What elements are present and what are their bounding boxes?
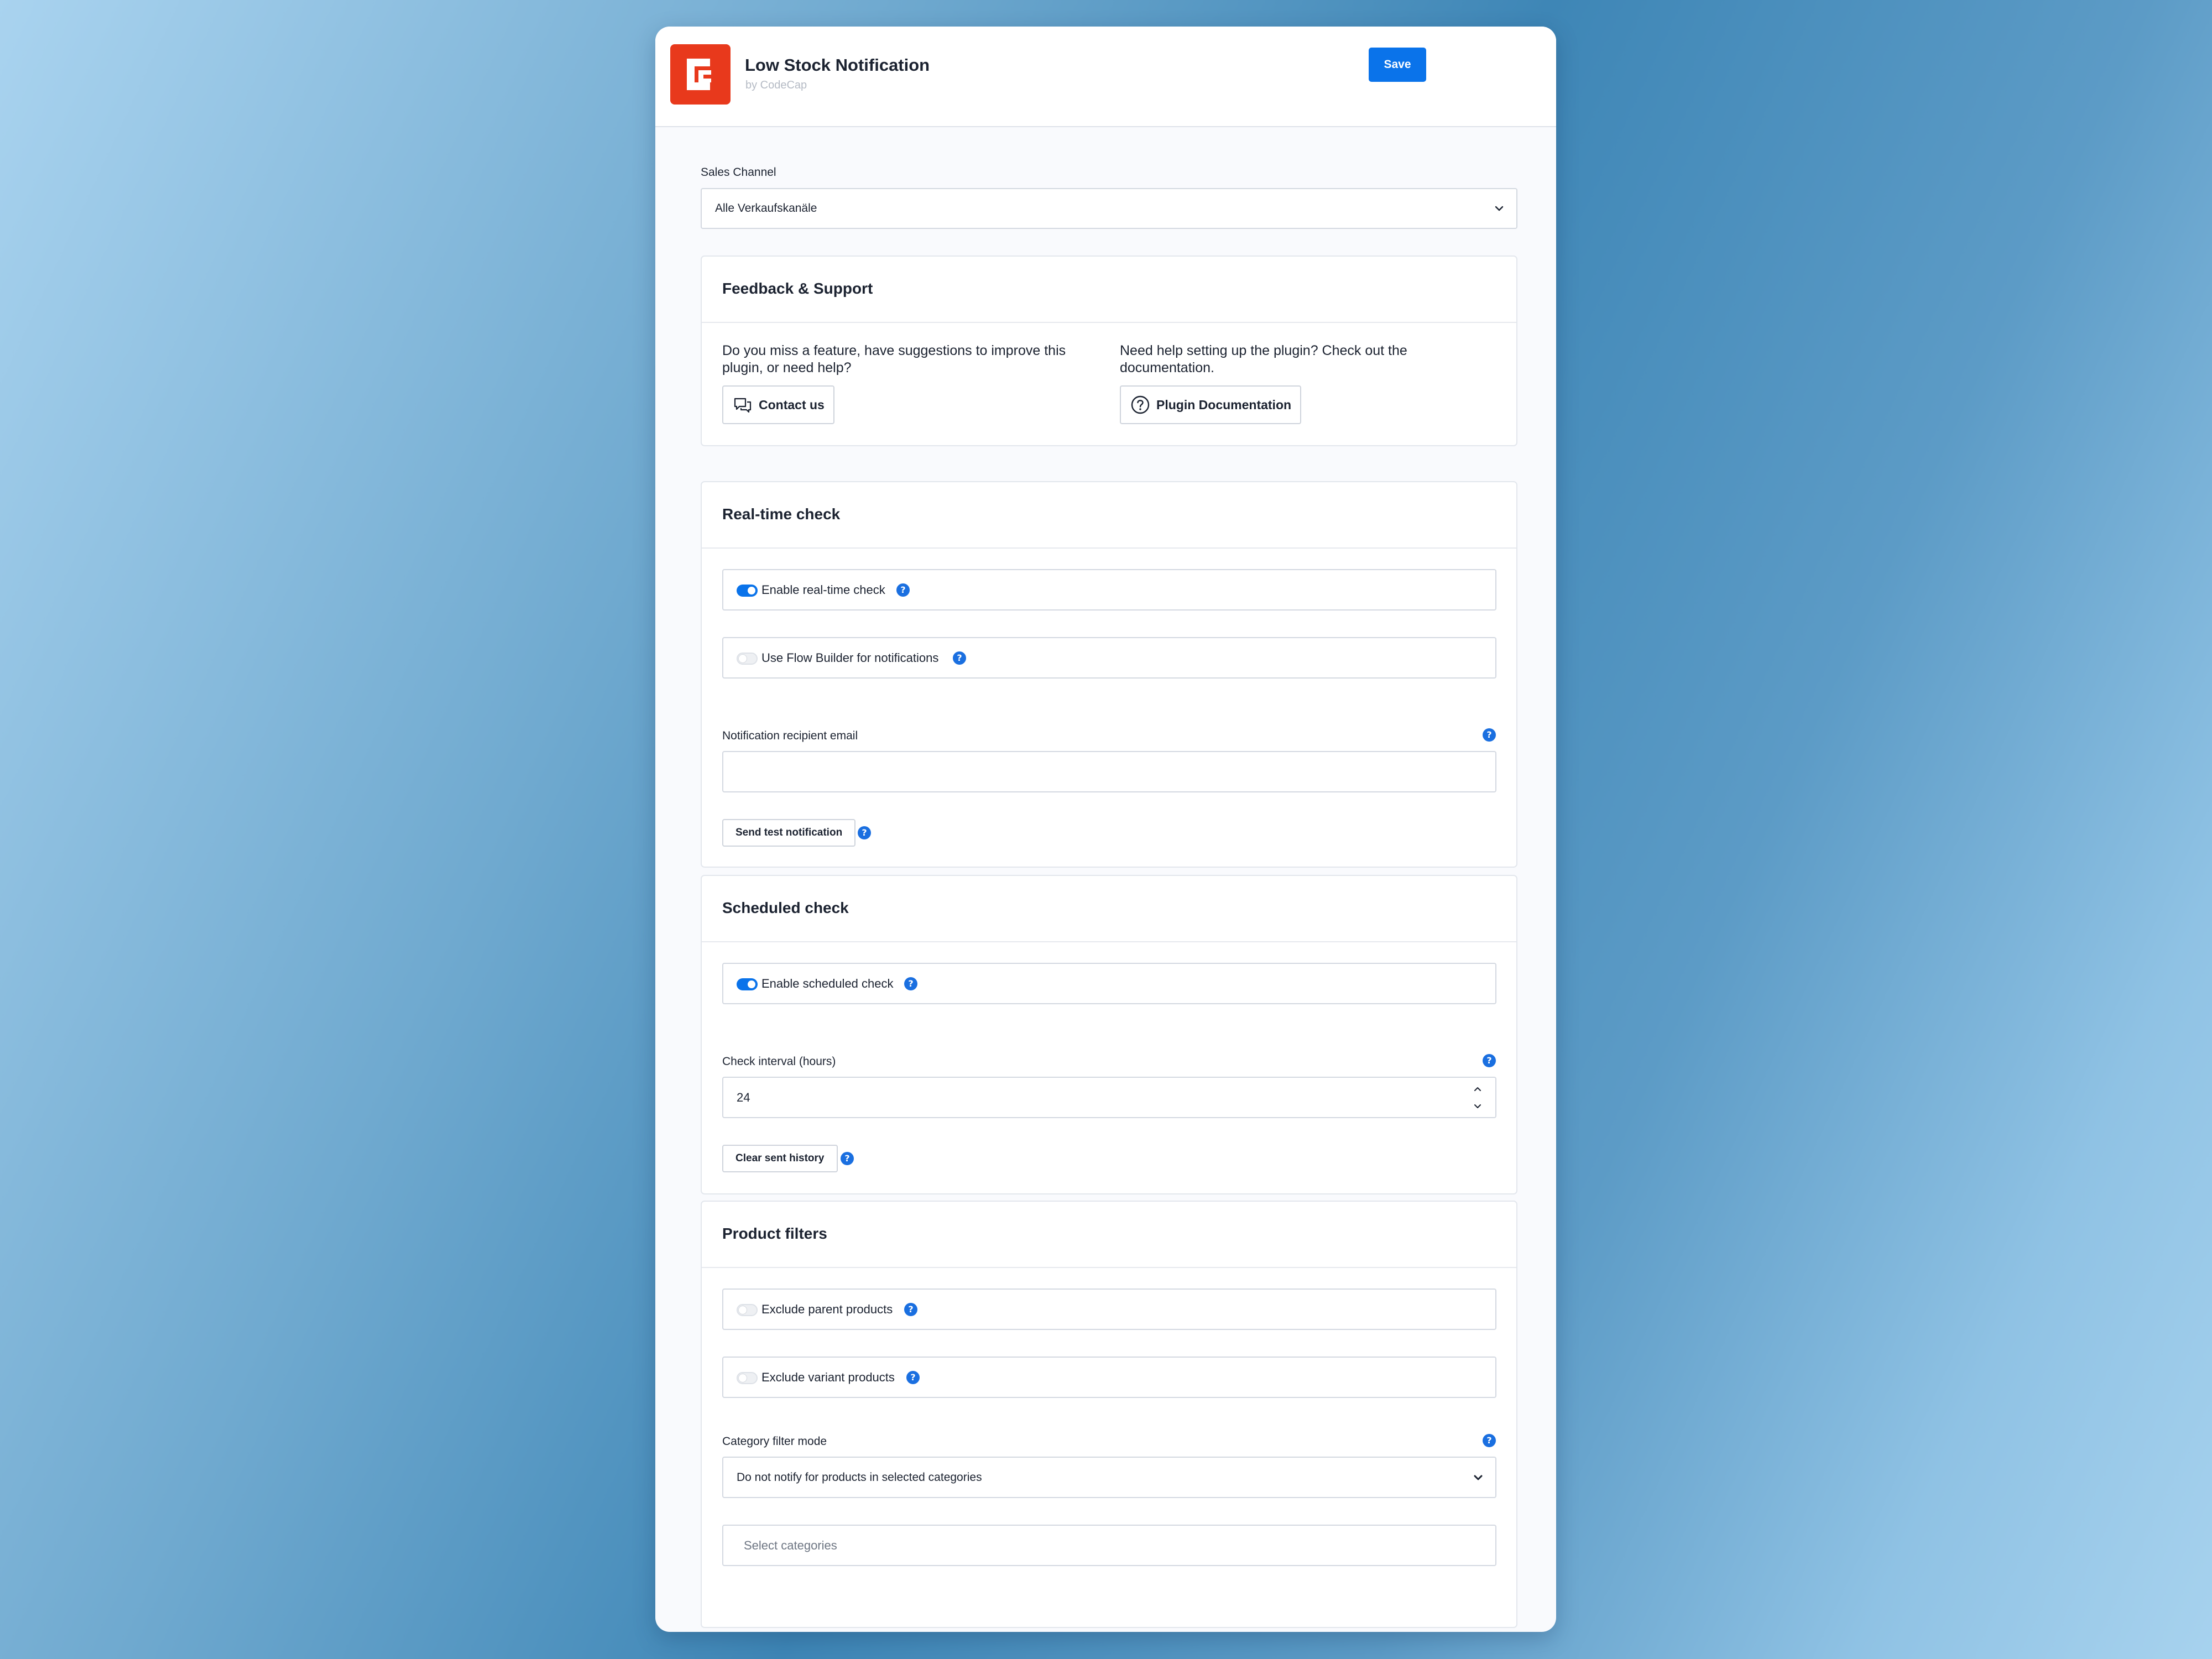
scheduled-card: Scheduled check Enable scheduled check ?… [701,875,1517,1194]
enable-realtime-toggle[interactable] [737,585,758,597]
help-icon[interactable]: ? [1483,728,1496,742]
docs-text: Need help setting up the plugin? Check o… [1120,343,1407,375]
check-interval-label: Check interval (hours) [722,1055,836,1068]
help-icon[interactable]: ? [1483,1434,1496,1447]
feedback-card: Feedback & Support Do you miss a feature… [701,255,1517,446]
exclude-parent-row: Exclude parent products ? [722,1288,1496,1330]
check-interval-value: 24 [737,1090,750,1104]
chevron-down-icon[interactable] [1472,1101,1483,1112]
plugin-documentation-label: Plugin Documentation [1156,397,1292,412]
sales-channel-label: Sales Channel [701,166,776,179]
chat-bubbles-icon [734,398,752,413]
help-icon[interactable]: ? [841,1152,854,1165]
product-filters-card: Product filters Exclude parent products … [701,1201,1517,1628]
exclude-variant-toggle[interactable] [737,1372,758,1384]
recipient-email-input[interactable] [722,751,1496,792]
sales-channel-select[interactable]: Alle Verkaufskanäle [701,188,1517,229]
sales-channel-value: Alle Verkaufskanäle [715,202,817,215]
toggle-knob [739,655,747,662]
enable-scheduled-toggle[interactable] [737,978,758,990]
flow-builder-label: Use Flow Builder for notifications [761,650,939,665]
contact-us-label: Contact us [759,397,825,412]
contact-us-button[interactable]: Contact us [722,385,834,424]
plugin-window: Low Stock Notification by CodeCap Save S… [655,27,1556,1632]
recipient-email-label: Notification recipient email [722,729,858,742]
realtime-card-title: Real-time check [722,505,841,523]
help-icon[interactable]: ? [858,826,871,839]
enable-realtime-label: Enable real-time check [761,582,885,597]
toggle-knob [739,1374,747,1382]
help-icon[interactable]: ? [904,977,917,990]
help-icon[interactable]: ? [904,1303,917,1316]
toggle-knob [748,587,755,594]
app-vendor: by CodeCap [745,79,807,91]
help-icon[interactable]: ? [1483,1054,1496,1067]
help-icon[interactable]: ? [906,1371,920,1384]
send-test-notification-button[interactable]: Send test notification [722,819,856,847]
save-button[interactable]: Save [1369,48,1426,82]
exclude-parent-label: Exclude parent products [761,1302,893,1316]
help-icon[interactable]: ? [953,651,966,665]
exclude-variant-label: Exclude variant products [761,1370,895,1384]
chevron-down-icon [1495,206,1504,211]
enable-realtime-row: Enable real-time check ? [722,569,1496,611]
product-filters-card-title: Product filters [722,1225,827,1242]
feedback-card-header: Feedback & Support [702,257,1516,323]
clear-sent-history-button[interactable]: Clear sent history [722,1145,838,1172]
caret-down-icon [1474,1475,1483,1480]
flow-builder-toggle[interactable] [737,653,758,665]
select-categories-input[interactable]: Select categories [722,1525,1496,1566]
toggle-knob [748,980,755,988]
exclude-variant-row: Exclude variant products ? [722,1357,1496,1398]
flow-builder-row: Use Flow Builder for notifications ? [722,637,1496,679]
plugin-header: Low Stock Notification by CodeCap Save [655,27,1556,127]
category-filter-mode-label: Category filter mode [722,1435,827,1448]
app-title: Low Stock Notification [745,55,930,75]
realtime-card: Real-time check Enable real-time check ?… [701,481,1517,868]
plugin-documentation-button[interactable]: Plugin Documentation [1120,385,1302,424]
product-filters-card-header: Product filters [702,1202,1516,1268]
codecap-logo [670,44,731,105]
feedback-text: Do you miss a feature, have suggestions … [722,343,1066,375]
enable-scheduled-label: Enable scheduled check [761,976,894,990]
realtime-card-header: Real-time check [702,482,1516,549]
category-filter-mode-select[interactable]: Do not notify for products in selected c… [722,1457,1496,1498]
feedback-card-title: Feedback & Support [722,280,873,297]
scheduled-card-header: Scheduled check [702,876,1516,942]
chevron-up-icon[interactable] [1472,1083,1483,1094]
help-icon[interactable]: ? [896,583,910,597]
category-filter-mode-value: Do not notify for products in selected c… [737,1470,982,1484]
interval-stepper[interactable] [1472,1083,1483,1113]
scheduled-card-title: Scheduled check [722,899,849,916]
select-categories-placeholder: Select categories [744,1538,837,1552]
exclude-parent-toggle[interactable] [737,1304,758,1316]
toggle-knob [739,1306,747,1314]
enable-scheduled-row: Enable scheduled check ? [722,963,1496,1004]
question-circle-icon [1131,395,1150,414]
check-interval-input[interactable]: 24 [722,1077,1496,1118]
